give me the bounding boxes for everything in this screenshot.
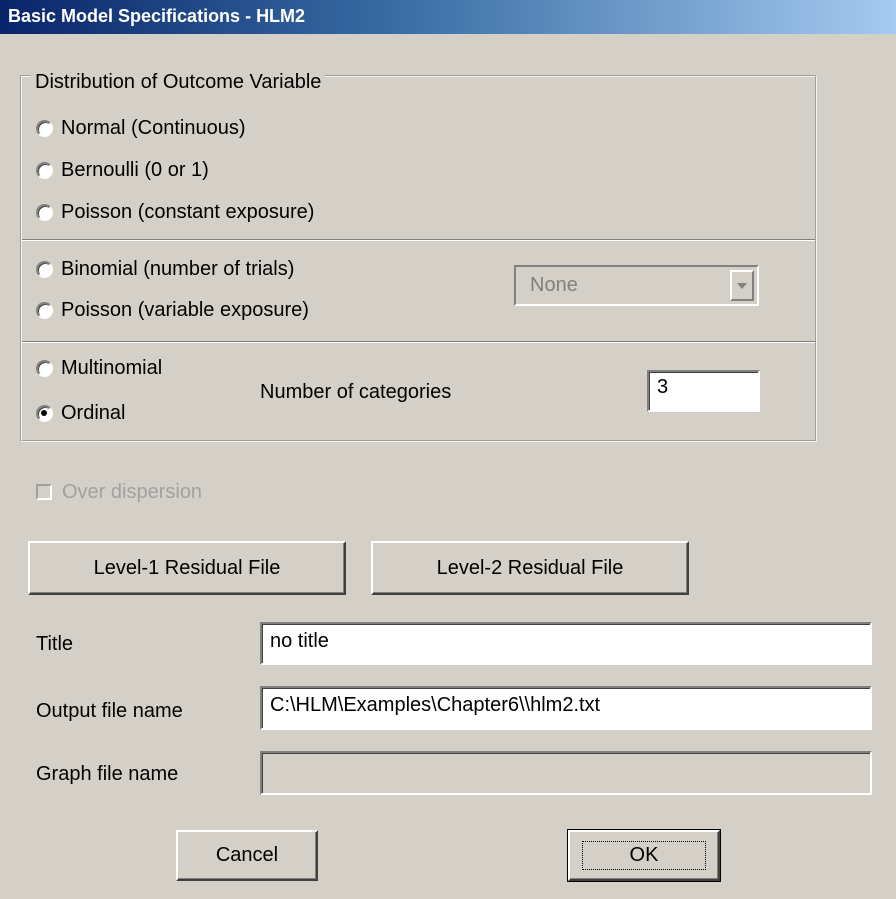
distribution-legend: Distribution of Outcome Variable (31, 69, 326, 95)
categories-label: Number of categories (260, 381, 452, 403)
over-dispersion-label: Over dispersion (62, 480, 203, 503)
categories-input[interactable]: 3 (647, 370, 760, 412)
dropdown-arrow-button[interactable] (730, 270, 754, 301)
radio-button-icon[interactable] (36, 359, 53, 377)
title-bar[interactable]: Basic Model Specifications - HLM2 (0, 0, 896, 34)
output-file-label: Output file name (36, 700, 183, 722)
cancel-button[interactable]: Cancel (176, 830, 318, 881)
radio-label: Binomial (number of trials) (61, 257, 295, 280)
radio-button-icon[interactable] (36, 301, 53, 319)
exposure-select[interactable]: None (514, 265, 759, 306)
radio-label: Multinomial (61, 356, 163, 379)
radio-label: Bernoulli (0 or 1) (61, 158, 209, 181)
radio-label: Poisson (constant exposure) (61, 200, 315, 223)
output-file-input[interactable]: C:\HLM\Examples\Chapter6\\hlm2.txt (260, 686, 872, 730)
level2-residual-file-button[interactable]: Level-2 Residual File (371, 541, 689, 595)
radio-label: Ordinal (61, 401, 126, 424)
radio-button-icon[interactable] (36, 119, 53, 137)
ok-button[interactable]: OK (567, 829, 721, 882)
level1-residual-file-button[interactable]: Level-1 Residual File (28, 541, 346, 595)
radio-button-icon[interactable] (36, 203, 53, 221)
radio-label: Poisson (variable exposure) (61, 298, 309, 321)
radio-label: Normal (Continuous) (61, 116, 246, 139)
radio-poisson-constant[interactable]: Poisson (constant exposure) (36, 199, 314, 225)
exposure-select-value: None (530, 274, 578, 296)
chevron-down-icon (737, 282, 747, 289)
group-separator (22, 239, 815, 241)
radio-normal[interactable]: Normal (Continuous) (36, 115, 246, 141)
over-dispersion-checkbox[interactable]: Over dispersion (36, 480, 202, 504)
graph-file-label: Graph file name (36, 763, 179, 785)
title-label: Title (36, 633, 74, 655)
window-title: Basic Model Specifications - HLM2 (8, 6, 306, 26)
radio-poisson-variable[interactable]: Poisson (variable exposure) (36, 297, 309, 323)
radio-binomial[interactable]: Binomial (number of trials) (36, 256, 294, 282)
radio-ordinal[interactable]: Ordinal (36, 400, 125, 426)
group-separator (22, 341, 815, 343)
radio-multinomial[interactable]: Multinomial (36, 355, 162, 381)
title-input[interactable]: no title (260, 622, 872, 665)
checkbox-icon[interactable] (36, 484, 52, 500)
radio-button-icon[interactable] (36, 404, 53, 422)
radio-button-icon[interactable] (36, 260, 53, 278)
radio-button-icon[interactable] (36, 161, 53, 179)
graph-file-input[interactable] (260, 751, 872, 795)
radio-bernoulli[interactable]: Bernoulli (0 or 1) (36, 157, 209, 183)
